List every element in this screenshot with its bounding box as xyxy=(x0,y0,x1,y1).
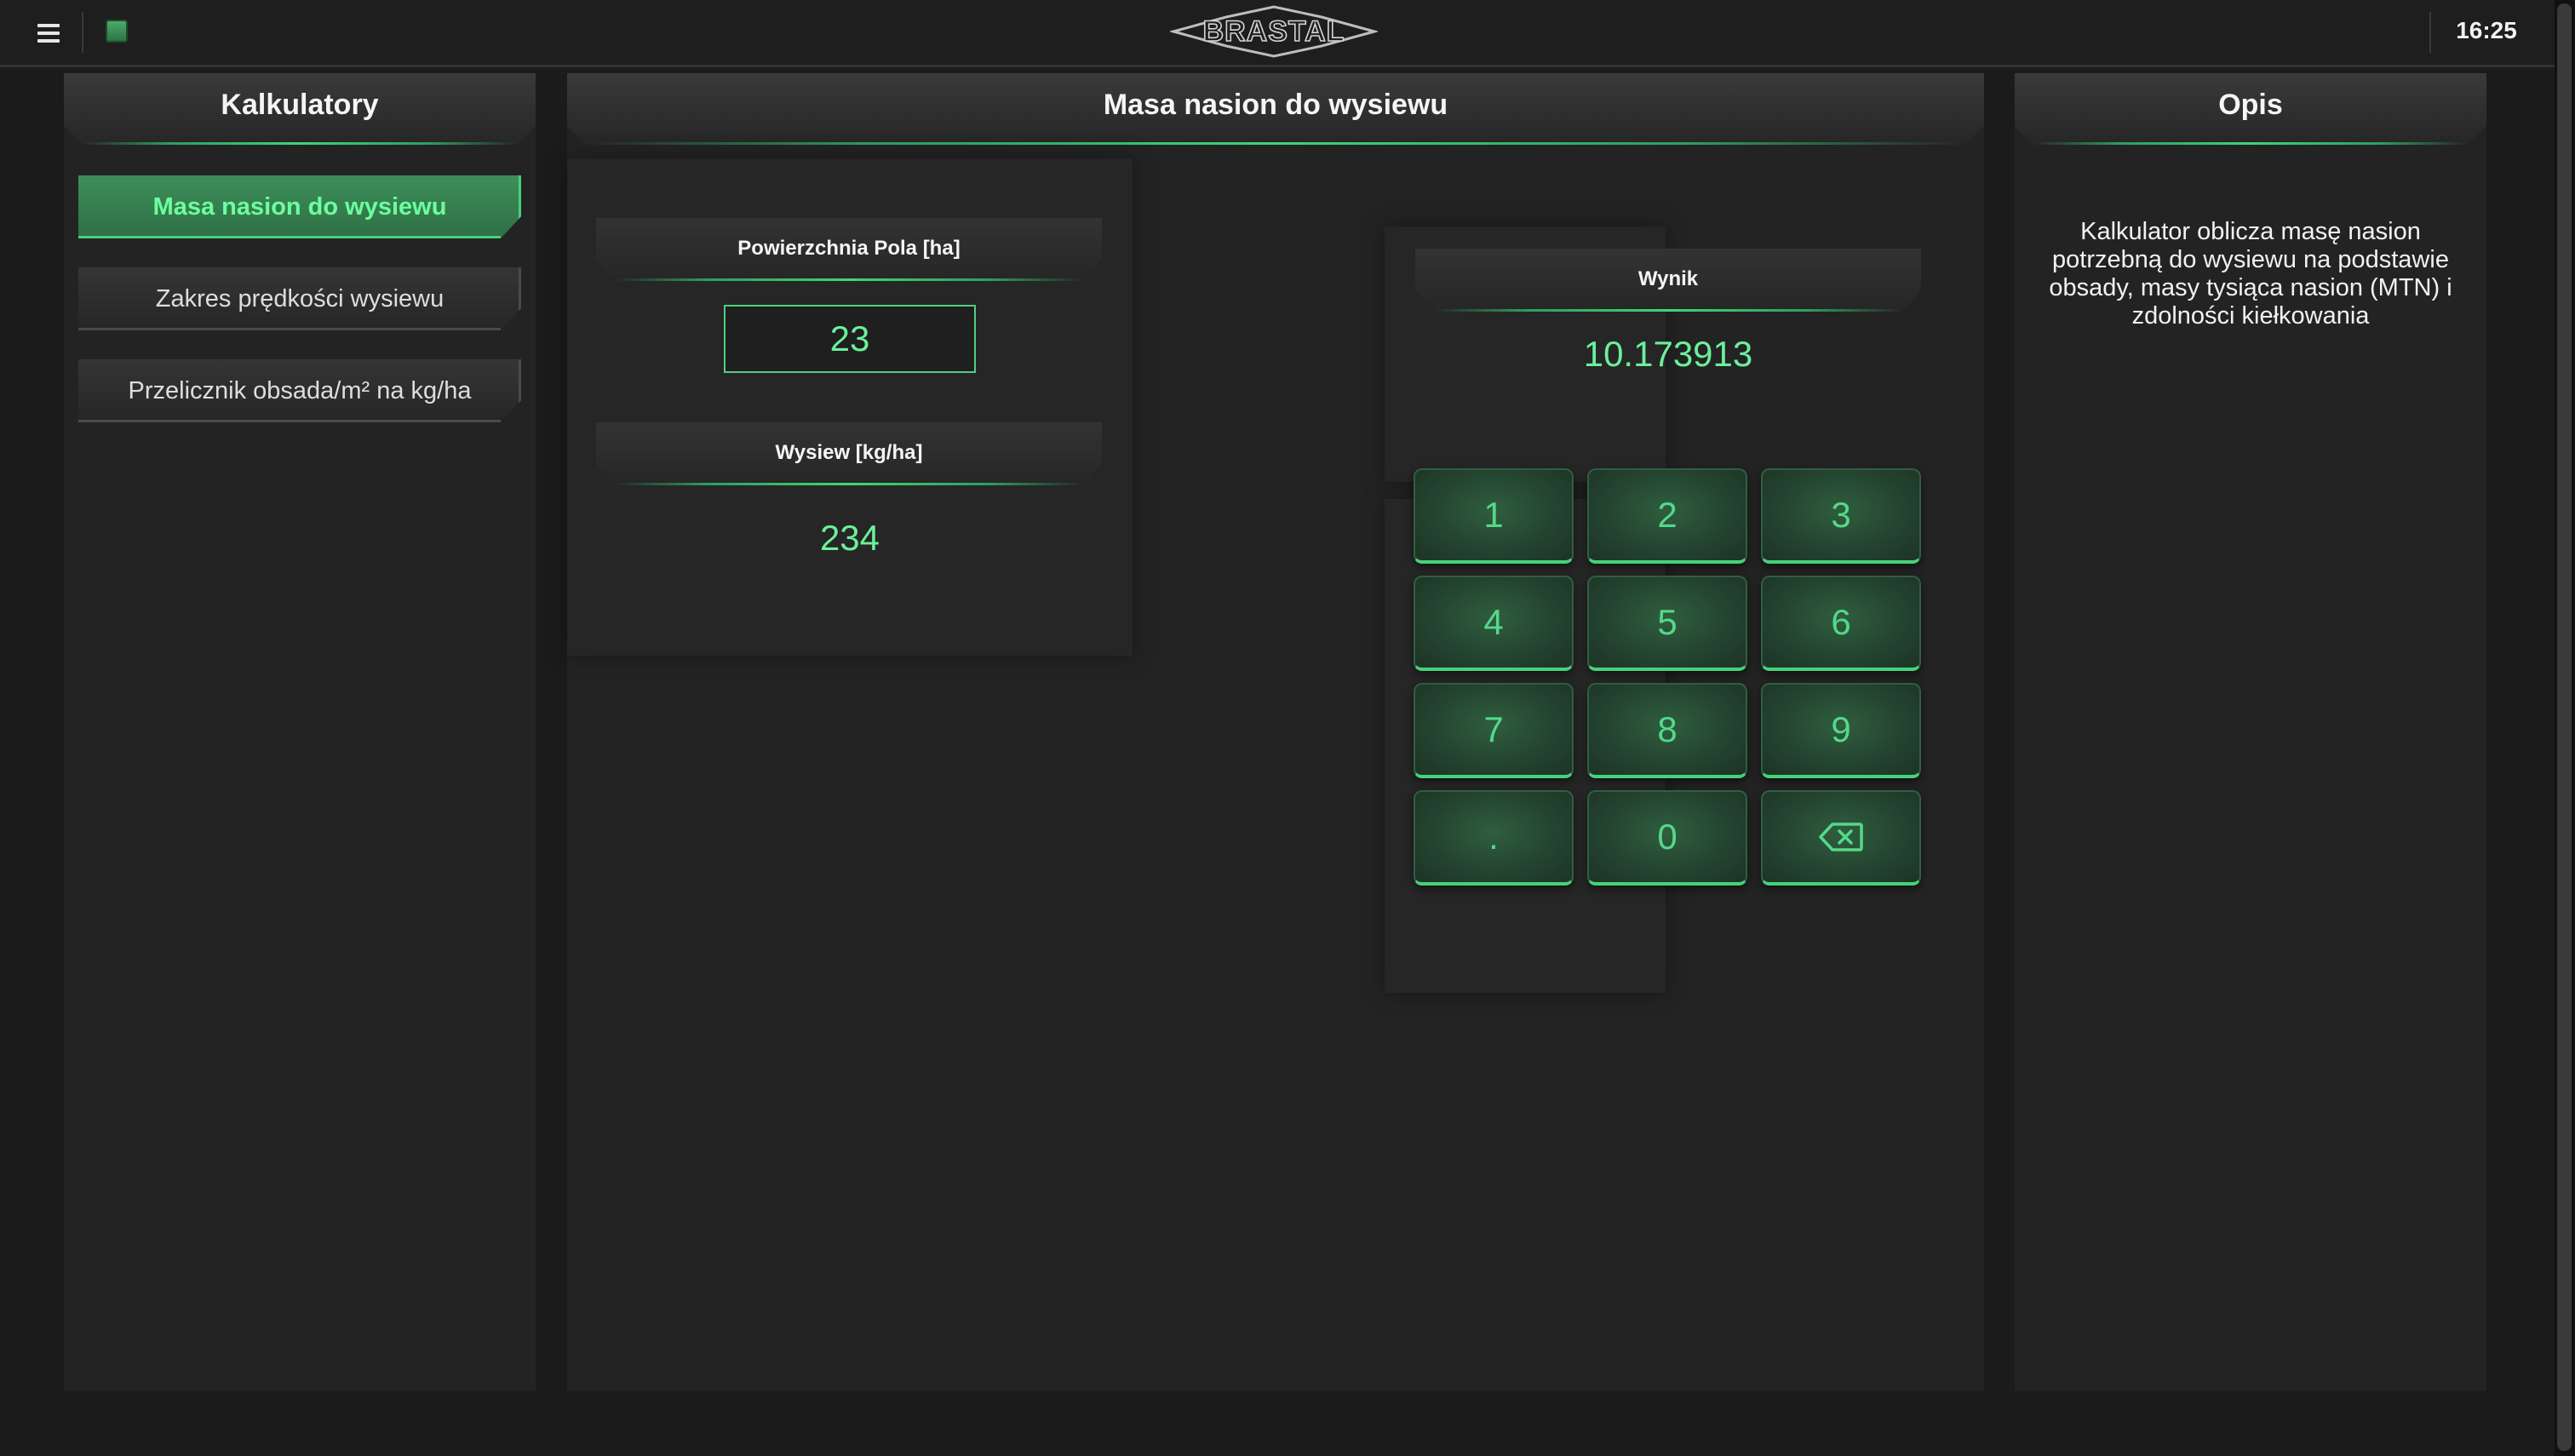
field-label-result: Wynik xyxy=(1637,267,1699,290)
topbar-divider-right xyxy=(2429,12,2431,53)
top-bar: BRASTAL 16:25 xyxy=(0,0,2555,67)
keypad-button-6[interactable]: 6 xyxy=(1761,576,1921,671)
clock: 16:25 xyxy=(2456,17,2517,43)
keypad-button-8[interactable]: 8 xyxy=(1587,683,1747,778)
sidebar-item-masa-nasion[interactable]: Masa nasion do wysiewu xyxy=(78,175,521,238)
hamburger-menu-icon[interactable] xyxy=(34,17,65,48)
panel-title: Kalkulatory xyxy=(221,89,379,121)
brastal-logo: BRASTAL xyxy=(1170,5,1378,58)
keypad-button-7[interactable]: 7 xyxy=(1414,683,1574,778)
keypad-button-1[interactable]: 1 xyxy=(1414,468,1574,564)
panel-header: Masa nasion do wysiewu xyxy=(567,73,1984,145)
topbar-divider xyxy=(82,12,83,53)
sidebar-item-zakres-predkosci[interactable]: Zakres prędkości wysiewu xyxy=(78,267,521,330)
keypad-button-3[interactable]: 3 xyxy=(1761,468,1921,564)
keypad-button-2[interactable]: 2 xyxy=(1587,468,1747,564)
seeding-rate-field[interactable]: 234 xyxy=(724,518,976,559)
sidebar-item-przelicznik[interactable]: Przelicznik obsada/m² na kg/ha xyxy=(78,359,521,422)
field-label-area: Powierzchnia Pola [ha] xyxy=(737,237,961,260)
calculator-panel: Masa nasion do wysiewu Powierzchnia Pola… xyxy=(567,73,1984,1391)
description-panel: Opis Kalkulator oblicza masę nasion potr… xyxy=(2015,73,2486,1391)
panel-title: Opis xyxy=(2218,89,2283,121)
field-label-seeding: Wysiew [kg/ha] xyxy=(775,441,923,464)
area-input[interactable]: 23 xyxy=(724,305,976,373)
calculators-panel: Kalkulatory Masa nasion do wysiewu Zakre… xyxy=(64,73,536,1391)
app-icon[interactable] xyxy=(106,20,128,43)
field-header-result: Wynik xyxy=(1415,249,1921,312)
keypad-button-backspace[interactable] xyxy=(1761,790,1921,886)
panel-header: Kalkulatory xyxy=(64,73,536,145)
logo-text: BRASTAL xyxy=(1203,15,1345,48)
description-text: Kalkulator oblicza masę nasion potrzebną… xyxy=(2049,218,2452,330)
keypad-button-5[interactable]: 5 xyxy=(1587,576,1747,671)
keypad-button-9[interactable]: 9 xyxy=(1761,683,1921,778)
keypad-button-decimal[interactable]: . xyxy=(1414,790,1574,886)
result-value: 10.173913 xyxy=(1583,334,1753,374)
sidebar-item-label: Zakres prędkości wysiewu xyxy=(155,284,444,312)
keypad-button-0[interactable]: 0 xyxy=(1587,790,1747,886)
backspace-icon xyxy=(1819,823,1863,851)
field-header-seeding: Wysiew [kg/ha] xyxy=(596,422,1102,485)
field-header-area: Powierzchnia Pola [ha] xyxy=(596,218,1102,281)
keypad-button-4[interactable]: 4 xyxy=(1414,576,1574,671)
scrollbar-thumb[interactable] xyxy=(2557,3,2572,1451)
panel-title: Masa nasion do wysiewu xyxy=(1103,89,1448,121)
sidebar-item-label: Masa nasion do wysiewu xyxy=(152,192,447,221)
panel-header: Opis xyxy=(2015,73,2486,145)
sidebar-item-label: Przelicznik obsada/m² na kg/ha xyxy=(128,376,472,404)
